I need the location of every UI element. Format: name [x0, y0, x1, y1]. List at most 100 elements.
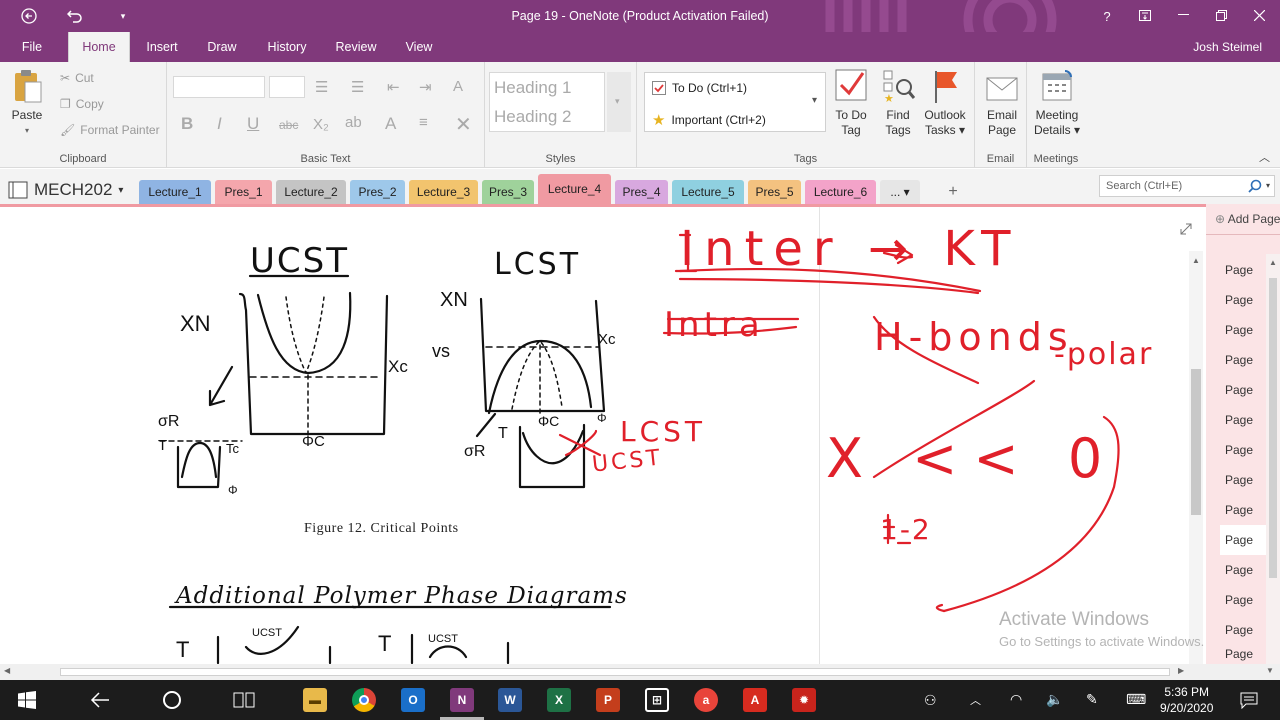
todo-tag-row[interactable]: To Do (Ctrl+1) — [652, 81, 747, 95]
windows-start-icon[interactable] — [18, 691, 36, 709]
section-tab-pres-5[interactable]: Pres_5 — [748, 180, 801, 204]
cortana-icon[interactable] — [162, 690, 182, 710]
chrome-icon[interactable] — [352, 688, 376, 712]
restore-icon[interactable] — [1202, 0, 1240, 30]
horizontal-scroll-thumb[interactable] — [60, 668, 1170, 676]
section-tab-lecture-3[interactable]: Lecture_3 — [409, 180, 478, 204]
collapse-ribbon-icon[interactable]: ︿ — [1259, 149, 1270, 165]
app2-icon[interactable]: ✹ — [792, 688, 816, 712]
page-scroll-down-icon[interactable]: ▼ — [1266, 666, 1274, 675]
tab-home[interactable]: Home — [68, 32, 130, 62]
xn-label-1: XN — [180, 311, 211, 336]
notebook-icon — [8, 181, 28, 199]
cut-button[interactable]: ✂ Cut — [60, 71, 94, 85]
scroll-right-icon[interactable]: ▶ — [1178, 666, 1184, 675]
svg-text:★: ★ — [884, 93, 894, 104]
section-tab-lecture-6[interactable]: Lecture_6 — [805, 180, 876, 204]
email-page-button[interactable]: Email Page — [979, 68, 1025, 138]
onenote-icon[interactable]: N — [450, 688, 474, 712]
align-icon[interactable]: ≡ — [419, 114, 428, 131]
important-tag-row[interactable]: ★ Important (Ctrl+2) — [652, 111, 766, 129]
keyboard-icon[interactable]: ⌨ — [1126, 691, 1146, 708]
bullets-icon[interactable]: ☰ — [315, 78, 328, 96]
minimize-icon[interactable] — [1164, 0, 1202, 30]
scroll-left-icon[interactable]: ◀ — [4, 666, 10, 675]
page-scroll-up-icon[interactable]: ▲ — [1269, 258, 1277, 267]
subscript-button[interactable]: X₂ — [313, 116, 329, 133]
help-button[interactable]: ? — [1096, 6, 1118, 26]
tab-insert[interactable]: Insert — [138, 32, 186, 62]
tab-file[interactable]: File — [12, 32, 52, 62]
tab-view[interactable]: View — [396, 32, 442, 62]
heading1-style[interactable]: Heading 1 — [490, 73, 604, 102]
find-tags-button[interactable]: ★ Find Tags — [877, 68, 919, 138]
task-view-icon[interactable] — [233, 690, 255, 710]
underline-button[interactable]: U — [247, 114, 259, 134]
styles-scroll-button[interactable]: ▾ — [607, 72, 631, 132]
highlight-icon[interactable]: ab — [345, 114, 362, 131]
font-size-box[interactable] — [269, 76, 305, 98]
bold-button[interactable]: B — [181, 114, 193, 134]
horizontal-scrollbar[interactable]: ◀ ▶ ▼ — [0, 664, 1280, 680]
section-tab-pres-3[interactable]: Pres_3 — [482, 180, 534, 204]
pen-icon[interactable]: ✎ — [1086, 691, 1098, 708]
meeting-details-button[interactable]: Meeting Details ▾ — [1029, 68, 1085, 138]
strikethrough-button[interactable]: abc — [279, 118, 298, 132]
page-list-scrollbar[interactable]: ▲ — [1266, 254, 1280, 664]
notebook-selector[interactable]: MECH202 ▾ — [8, 180, 123, 200]
ribbon-display-options-icon[interactable] — [1126, 0, 1164, 30]
section-tab-lecture-4[interactable]: Lecture_4 — [538, 174, 611, 204]
clear-formatting-icon[interactable]: A — [453, 78, 463, 95]
more-sections-button[interactable]: ... ▾ — [880, 180, 920, 204]
back-icon[interactable] — [90, 691, 110, 709]
notifications-icon[interactable] — [1240, 691, 1258, 709]
excel-icon[interactable]: X — [547, 688, 571, 712]
outlook-icon[interactable]: O — [401, 688, 425, 712]
app-icon[interactable]: a — [694, 688, 718, 712]
phi-label-1: Φ — [228, 483, 238, 497]
tab-draw[interactable]: Draw — [200, 32, 244, 62]
section-tab-pres-1[interactable]: Pres_1 — [215, 180, 272, 204]
section-tab-lecture-5[interactable]: Lecture_5 — [672, 180, 744, 204]
wifi-icon[interactable]: ◠ — [1010, 691, 1022, 708]
search-scope-icon[interactable]: ▾ — [1266, 181, 1270, 190]
section-tab-pres-2[interactable]: Pres_2 — [350, 180, 405, 204]
tags-more-icon[interactable]: ▾ — [812, 95, 817, 106]
people-icon[interactable]: ⚇ — [924, 692, 937, 709]
outlook-tasks-button[interactable]: Outlook Tasks ▾ — [921, 68, 969, 138]
delete-icon[interactable]: ✕ — [455, 112, 472, 137]
font-color-button[interactable]: A — [385, 114, 396, 134]
section-tab-pres-4[interactable]: Pres_4 — [615, 180, 668, 204]
indent-icon[interactable]: ⇥ — [419, 78, 432, 96]
section-tab-lecture-2[interactable]: Lecture_2 — [276, 180, 346, 204]
heading2-style[interactable]: Heading 2 — [490, 102, 604, 131]
lcst-red-label: LCST — [620, 415, 707, 448]
search-icon[interactable] — [1248, 179, 1262, 193]
user-name[interactable]: Josh Steimel — [1193, 40, 1262, 54]
todo-tag-button[interactable]: To Do Tag — [830, 68, 872, 138]
numbering-icon[interactable]: ☰ — [351, 78, 364, 96]
add-page-button[interactable]: ⊕ Add Page — [1215, 212, 1280, 226]
powerpoint-icon[interactable]: P — [596, 688, 620, 712]
page-canvas[interactable]: ▲ UCST LCST XN XN vs Xc Xc ΦC ΦC Φ Φ σR … — [0, 204, 1206, 667]
store-icon[interactable]: ⊞ — [645, 688, 669, 712]
email-icon — [986, 77, 1018, 101]
outdent-icon[interactable]: ⇤ — [387, 78, 400, 96]
format-painter-button[interactable]: 🖌 Format Painter — [60, 123, 160, 137]
close-icon[interactable] — [1240, 0, 1278, 30]
volume-icon[interactable]: 🔈 — [1046, 691, 1063, 708]
font-family-box[interactable] — [173, 76, 265, 98]
section-tab-lecture-1[interactable]: Lecture_1 — [139, 180, 211, 204]
tab-review[interactable]: Review — [330, 32, 382, 62]
add-section-button[interactable]: + — [940, 180, 966, 204]
tray-chevron-icon[interactable]: ︿ — [970, 692, 981, 708]
word-icon[interactable]: W — [498, 688, 522, 712]
system-clock[interactable]: 5:36 PM 9/20/2020 — [1160, 684, 1213, 716]
copy-button[interactable]: ❐ Copy — [60, 97, 104, 111]
tab-history[interactable]: History — [258, 32, 316, 62]
paste-button[interactable]: Paste ▾ — [6, 68, 48, 138]
page-scroll-thumb[interactable] — [1269, 278, 1277, 578]
italic-button[interactable]: I — [217, 114, 222, 134]
file-explorer-icon[interactable]: ▬ — [303, 688, 327, 712]
acrobat-icon[interactable]: A — [743, 688, 767, 712]
